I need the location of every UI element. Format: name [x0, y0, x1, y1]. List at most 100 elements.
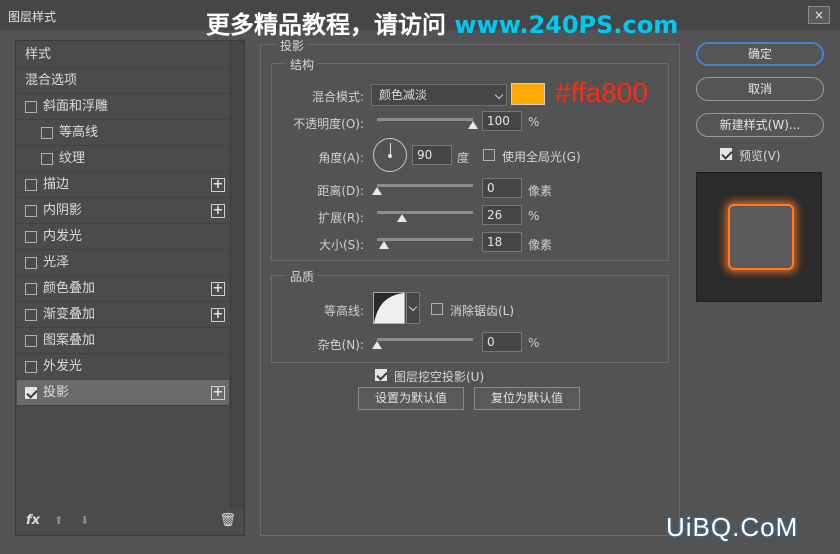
fx-icon[interactable]: fx: [26, 513, 40, 528]
opacity-input[interactable]: 100: [482, 111, 522, 131]
style-item-label: 外发光: [43, 359, 83, 374]
distance-slider-thumb[interactable]: [372, 187, 382, 195]
style-item[interactable]: 纹理: [17, 146, 229, 172]
noise-slider-track[interactable]: [377, 338, 473, 341]
plus-icon[interactable]: +: [211, 204, 225, 218]
preview-label: 预览(V): [739, 149, 781, 163]
plus-icon[interactable]: +: [211, 386, 225, 400]
style-item[interactable]: 投影 +: [17, 380, 229, 406]
contour-preview[interactable]: [373, 292, 405, 324]
style-item-label: 纹理: [59, 151, 86, 166]
style-item[interactable]: 内发光: [17, 224, 229, 250]
style-checkbox[interactable]: [25, 309, 37, 321]
trash-icon[interactable]: 🗑: [219, 513, 236, 528]
preview-box[interactable]: [720, 148, 732, 160]
watermark-banner: 更多精品教程，请访问 www.240PS.com: [206, 5, 678, 40]
style-item[interactable]: 样式: [17, 42, 229, 68]
angle-dial-center: [388, 154, 392, 158]
size-slider-thumb[interactable]: [378, 241, 389, 249]
cancel-button[interactable]: 取消: [696, 77, 824, 101]
section-title: 投影: [276, 37, 309, 54]
watermark-url: www.240PS.com: [454, 11, 679, 39]
corner-watermark: UiBQ.CoM: [666, 512, 799, 542]
spread-label: 扩展(R):: [318, 211, 364, 225]
global-light-label: 使用全局光(G): [502, 150, 581, 164]
styles-list-panel: 样式混合选项斜面和浮雕等高线纹理描边 + 内阴影 + 内发光光泽颜色叠加 + 渐变叠加 + 图案…: [15, 40, 245, 536]
style-item-label: 内阴影: [43, 203, 83, 218]
style-item[interactable]: 等高线: [17, 120, 229, 146]
preview-swatch-shape: [728, 204, 794, 270]
style-item-label: 混合选项: [25, 73, 78, 88]
plus-icon[interactable]: +: [211, 282, 225, 296]
distance-unit: 像素: [528, 184, 553, 198]
knockout-label: 图层挖空投影(U): [394, 370, 485, 384]
shadow-color-swatch[interactable]: [511, 83, 545, 105]
style-checkbox[interactable]: [25, 387, 37, 399]
distance-slider-track[interactable]: [377, 184, 473, 187]
contour-dropdown[interactable]: [406, 292, 420, 324]
styles-footer: fx ⬆ ⬇ 🗑: [16, 509, 244, 535]
blend-mode-label: 混合模式:: [311, 90, 364, 104]
close-button[interactable]: ×: [808, 6, 830, 24]
distance-label: 距离(D):: [317, 184, 364, 198]
style-item[interactable]: 外发光: [17, 354, 229, 380]
anti-alias-box[interactable]: [431, 303, 443, 315]
knockout-box[interactable]: [375, 369, 387, 381]
style-item-label: 描边: [43, 177, 70, 192]
style-item[interactable]: 颜色叠加 +: [17, 276, 229, 302]
quality-title: 品质: [286, 268, 319, 285]
size-unit: 像素: [528, 238, 553, 252]
blend-mode-select[interactable]: 颜色减淡: [371, 84, 507, 106]
style-checkbox[interactable]: [25, 335, 37, 347]
angle-label: 角度(A):: [318, 151, 364, 165]
style-item[interactable]: 光泽: [17, 250, 229, 276]
reset-default-button[interactable]: 复位为默认值: [474, 387, 580, 410]
set-default-button[interactable]: 设置为默认值: [358, 387, 464, 410]
style-checkbox[interactable]: [25, 101, 37, 113]
style-item-label: 等高线: [59, 125, 99, 140]
angle-input[interactable]: 90: [412, 145, 452, 165]
move-down-icon[interactable]: ⬇: [80, 514, 89, 527]
style-checkbox[interactable]: [25, 257, 37, 269]
window-title: 图层样式: [8, 10, 57, 24]
spread-slider-thumb[interactable]: [396, 214, 407, 222]
spread-slider-track[interactable]: [377, 211, 473, 214]
style-checkbox[interactable]: [41, 153, 53, 165]
opacity-slider-thumb[interactable]: [468, 121, 478, 129]
distance-input[interactable]: 0: [482, 178, 522, 198]
global-light-box[interactable]: [483, 149, 495, 161]
style-item[interactable]: 渐变叠加 +: [17, 302, 229, 328]
style-item[interactable]: 图案叠加: [17, 328, 229, 354]
contour-label: 等高线:: [323, 304, 364, 318]
style-checkbox[interactable]: [25, 205, 37, 217]
plus-icon[interactable]: +: [211, 308, 225, 322]
ok-button[interactable]: 确定: [696, 42, 824, 66]
styles-scrollbar[interactable]: [230, 41, 244, 509]
style-checkbox[interactable]: [25, 361, 37, 373]
plus-icon[interactable]: +: [211, 178, 225, 192]
size-label: 大小(S):: [318, 238, 364, 252]
style-checkbox[interactable]: [25, 231, 37, 243]
style-item[interactable]: 内阴影 +: [17, 198, 229, 224]
style-checkbox[interactable]: [41, 127, 53, 139]
size-slider-track[interactable]: [377, 238, 473, 241]
size-input[interactable]: 18: [482, 232, 522, 252]
style-checkbox[interactable]: [25, 283, 37, 295]
noise-input[interactable]: 0: [482, 332, 522, 352]
style-item[interactable]: 混合选项: [17, 68, 229, 94]
style-item[interactable]: 描边 +: [17, 172, 229, 198]
opacity-slider-track[interactable]: [377, 118, 473, 121]
angle-dial[interactable]: [373, 138, 407, 172]
style-item-label: 光泽: [43, 255, 70, 270]
style-checkbox[interactable]: [25, 179, 37, 191]
style-item-label: 内发光: [43, 229, 83, 244]
noise-slider-thumb[interactable]: [372, 341, 382, 349]
style-item[interactable]: 斜面和浮雕: [17, 94, 229, 120]
new-style-button[interactable]: 新建样式(W)...: [696, 113, 824, 137]
spread-unit: %: [528, 209, 540, 223]
move-up-icon[interactable]: ⬆: [54, 514, 63, 527]
style-item-label: 样式: [25, 47, 52, 62]
spread-input[interactable]: 26: [482, 205, 522, 225]
opacity-unit: %: [528, 115, 540, 129]
style-item-label: 图案叠加: [43, 333, 96, 348]
